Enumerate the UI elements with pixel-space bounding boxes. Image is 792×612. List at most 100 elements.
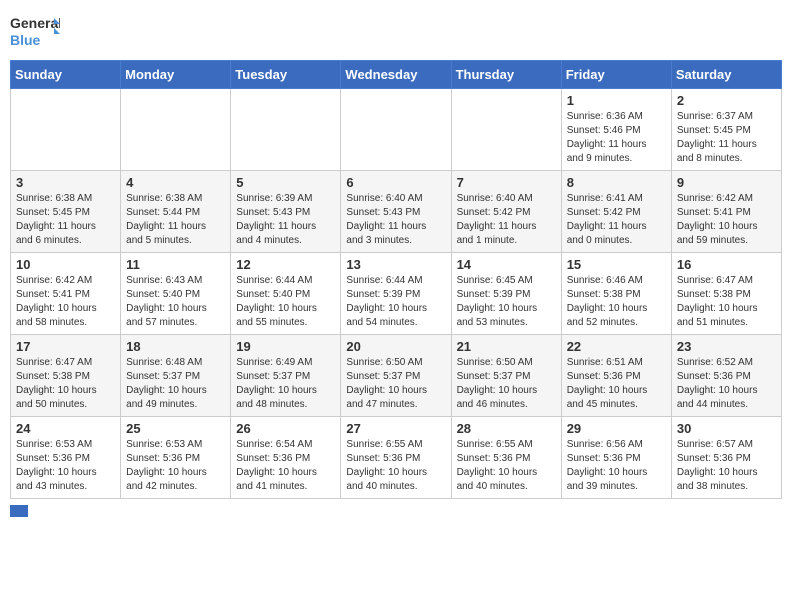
calendar-cell: 13 Sunrise: 6:44 AM Sunset: 5:39 PM Dayli… [341, 253, 451, 335]
calendar-cell: 28 Sunrise: 6:55 AM Sunset: 5:36 PM Dayli… [451, 417, 561, 499]
day-number: 2 [677, 93, 776, 108]
page-header: General Blue [10, 10, 782, 52]
day-info: Sunrise: 6:42 AM Sunset: 5:41 PM Dayligh… [677, 192, 776, 248]
day-info: Sunrise: 6:39 AM Sunset: 5:43 PM Dayligh… [236, 192, 335, 248]
calendar-cell: 11Sunrise: 6:43 AM Sunset: 5:40 PM Dayli… [121, 253, 231, 335]
calendar-header: SundayMondayTuesdayWednesdayThursdayFrid… [11, 61, 782, 89]
day-info: Sunrise: 6:47 AM Sunset: 5:38 PM Dayligh… [677, 274, 776, 330]
day-info: Sunrise: 6:51 AM Sunset: 5:36 PM Dayligh… [567, 356, 666, 412]
day-info: Sunrise: 6:37 AM Sunset: 5:45 PM Dayligh… [677, 110, 776, 166]
calendar-cell: 19 Sunrise: 6:49 AM Sunset: 5:37 PM Dayli… [231, 335, 341, 417]
calendar-cell: 26 Sunrise: 6:54 AM Sunset: 5:36 PM Dayli… [231, 417, 341, 499]
day-info: Sunrise: 6:36 AM Sunset: 5:46 PM Dayligh… [567, 110, 666, 166]
calendar-cell: 16 Sunrise: 6:47 AM Sunset: 5:38 PM Dayli… [671, 253, 781, 335]
day-info: Sunrise: 6:38 AM Sunset: 5:44 PM Dayligh… [126, 192, 225, 248]
day-number: 28 [457, 421, 556, 436]
weekday-header-friday: Friday [561, 61, 671, 89]
day-number: 4 [126, 175, 225, 190]
calendar-cell: 25 Sunrise: 6:53 AM Sunset: 5:36 PM Dayli… [121, 417, 231, 499]
day-number: 9 [677, 175, 776, 190]
day-number: 7 [457, 175, 556, 190]
day-number: 6 [346, 175, 445, 190]
calendar-cell: 1Sunrise: 6:36 AM Sunset: 5:46 PM Daylig… [561, 89, 671, 171]
svg-text:General: General [10, 15, 60, 31]
weekday-header-sunday: Sunday [11, 61, 121, 89]
day-number: 18 [126, 339, 225, 354]
logo: General Blue [10, 10, 60, 52]
day-info: Sunrise: 6:48 AM Sunset: 5:37 PM Dayligh… [126, 356, 225, 412]
weekday-header-monday: Monday [121, 61, 231, 89]
calendar-cell: 8 Sunrise: 6:41 AM Sunset: 5:42 PM Daylig… [561, 171, 671, 253]
calendar-week-3: 17 Sunrise: 6:47 AM Sunset: 5:38 PM Dayli… [11, 335, 782, 417]
calendar-body: 1Sunrise: 6:36 AM Sunset: 5:46 PM Daylig… [11, 89, 782, 499]
day-number: 12 [236, 257, 335, 272]
day-number: 24 [16, 421, 115, 436]
day-info: Sunrise: 6:44 AM Sunset: 5:40 PM Dayligh… [236, 274, 335, 330]
calendar-cell: 30Sunrise: 6:57 AM Sunset: 5:36 PM Dayli… [671, 417, 781, 499]
day-number: 5 [236, 175, 335, 190]
calendar-cell [121, 89, 231, 171]
day-number: 14 [457, 257, 556, 272]
day-info: Sunrise: 6:50 AM Sunset: 5:37 PM Dayligh… [346, 356, 445, 412]
day-info: Sunrise: 6:53 AM Sunset: 5:36 PM Dayligh… [126, 438, 225, 494]
calendar-cell: 3 Sunrise: 6:38 AM Sunset: 5:45 PM Daylig… [11, 171, 121, 253]
calendar-week-4: 24 Sunrise: 6:53 AM Sunset: 5:36 PM Dayli… [11, 417, 782, 499]
svg-text:Blue: Blue [10, 32, 41, 48]
day-info: Sunrise: 6:49 AM Sunset: 5:37 PM Dayligh… [236, 356, 335, 412]
calendar-cell: 15 Sunrise: 6:46 AM Sunset: 5:38 PM Dayli… [561, 253, 671, 335]
calendar-cell [231, 89, 341, 171]
day-number: 17 [16, 339, 115, 354]
calendar-cell: 21 Sunrise: 6:50 AM Sunset: 5:37 PM Dayli… [451, 335, 561, 417]
calendar-footer [10, 505, 782, 517]
weekday-header-wednesday: Wednesday [341, 61, 451, 89]
calendar-cell: 22 Sunrise: 6:51 AM Sunset: 5:36 PM Dayli… [561, 335, 671, 417]
day-info: Sunrise: 6:50 AM Sunset: 5:37 PM Dayligh… [457, 356, 556, 412]
calendar-cell: 18 Sunrise: 6:48 AM Sunset: 5:37 PM Dayli… [121, 335, 231, 417]
day-number: 20 [346, 339, 445, 354]
day-number: 21 [457, 339, 556, 354]
calendar-cell: 10 Sunrise: 6:42 AM Sunset: 5:41 PM Dayli… [11, 253, 121, 335]
day-number: 13 [346, 257, 445, 272]
calendar-cell: 27 Sunrise: 6:55 AM Sunset: 5:36 PM Dayli… [341, 417, 451, 499]
day-number: 19 [236, 339, 335, 354]
calendar-cell: 2 Sunrise: 6:37 AM Sunset: 5:45 PM Daylig… [671, 89, 781, 171]
day-info: Sunrise: 6:52 AM Sunset: 5:36 PM Dayligh… [677, 356, 776, 412]
day-number: 10 [16, 257, 115, 272]
day-info: Sunrise: 6:54 AM Sunset: 5:36 PM Dayligh… [236, 438, 335, 494]
day-info: Sunrise: 6:38 AM Sunset: 5:45 PM Dayligh… [16, 192, 115, 248]
day-info: Sunrise: 6:40 AM Sunset: 5:43 PM Dayligh… [346, 192, 445, 248]
day-number: 26 [236, 421, 335, 436]
day-number: 3 [16, 175, 115, 190]
calendar-cell: 6 Sunrise: 6:40 AM Sunset: 5:43 PM Daylig… [341, 171, 451, 253]
weekday-header-tuesday: Tuesday [231, 61, 341, 89]
day-number: 16 [677, 257, 776, 272]
weekday-header-saturday: Saturday [671, 61, 781, 89]
day-info: Sunrise: 6:57 AM Sunset: 5:36 PM Dayligh… [677, 438, 776, 494]
day-number: 8 [567, 175, 666, 190]
day-number: 23 [677, 339, 776, 354]
day-info: Sunrise: 6:55 AM Sunset: 5:36 PM Dayligh… [346, 438, 445, 494]
calendar-cell: 7 Sunrise: 6:40 AM Sunset: 5:42 PM Daylig… [451, 171, 561, 253]
calendar-week-2: 10 Sunrise: 6:42 AM Sunset: 5:41 PM Dayli… [11, 253, 782, 335]
day-info: Sunrise: 6:46 AM Sunset: 5:38 PM Dayligh… [567, 274, 666, 330]
calendar-cell [451, 89, 561, 171]
day-info: Sunrise: 6:47 AM Sunset: 5:38 PM Dayligh… [16, 356, 115, 412]
calendar-cell: 24Sunrise: 6:53 AM Sunset: 5:36 PM Dayli… [11, 417, 121, 499]
day-info: Sunrise: 6:40 AM Sunset: 5:42 PM Dayligh… [457, 192, 556, 248]
day-number: 29 [567, 421, 666, 436]
day-info: Sunrise: 6:42 AM Sunset: 5:41 PM Dayligh… [16, 274, 115, 330]
day-number: 27 [346, 421, 445, 436]
day-info: Sunrise: 6:41 AM Sunset: 5:42 PM Dayligh… [567, 192, 666, 248]
calendar-cell: 5 Sunrise: 6:39 AM Sunset: 5:43 PM Daylig… [231, 171, 341, 253]
day-number: 25 [126, 421, 225, 436]
calendar-cell: 23 Sunrise: 6:52 AM Sunset: 5:36 PM Dayli… [671, 335, 781, 417]
calendar-cell: 29Sunrise: 6:56 AM Sunset: 5:36 PM Dayli… [561, 417, 671, 499]
calendar-table: SundayMondayTuesdayWednesdayThursdayFrid… [10, 60, 782, 499]
calendar-cell: 14Sunrise: 6:45 AM Sunset: 5:39 PM Dayli… [451, 253, 561, 335]
day-info: Sunrise: 6:55 AM Sunset: 5:36 PM Dayligh… [457, 438, 556, 494]
day-number: 22 [567, 339, 666, 354]
weekday-header-row: SundayMondayTuesdayWednesdayThursdayFrid… [11, 61, 782, 89]
day-number: 15 [567, 257, 666, 272]
calendar-cell: 17 Sunrise: 6:47 AM Sunset: 5:38 PM Dayli… [11, 335, 121, 417]
day-info: Sunrise: 6:44 AM Sunset: 5:39 PM Dayligh… [346, 274, 445, 330]
